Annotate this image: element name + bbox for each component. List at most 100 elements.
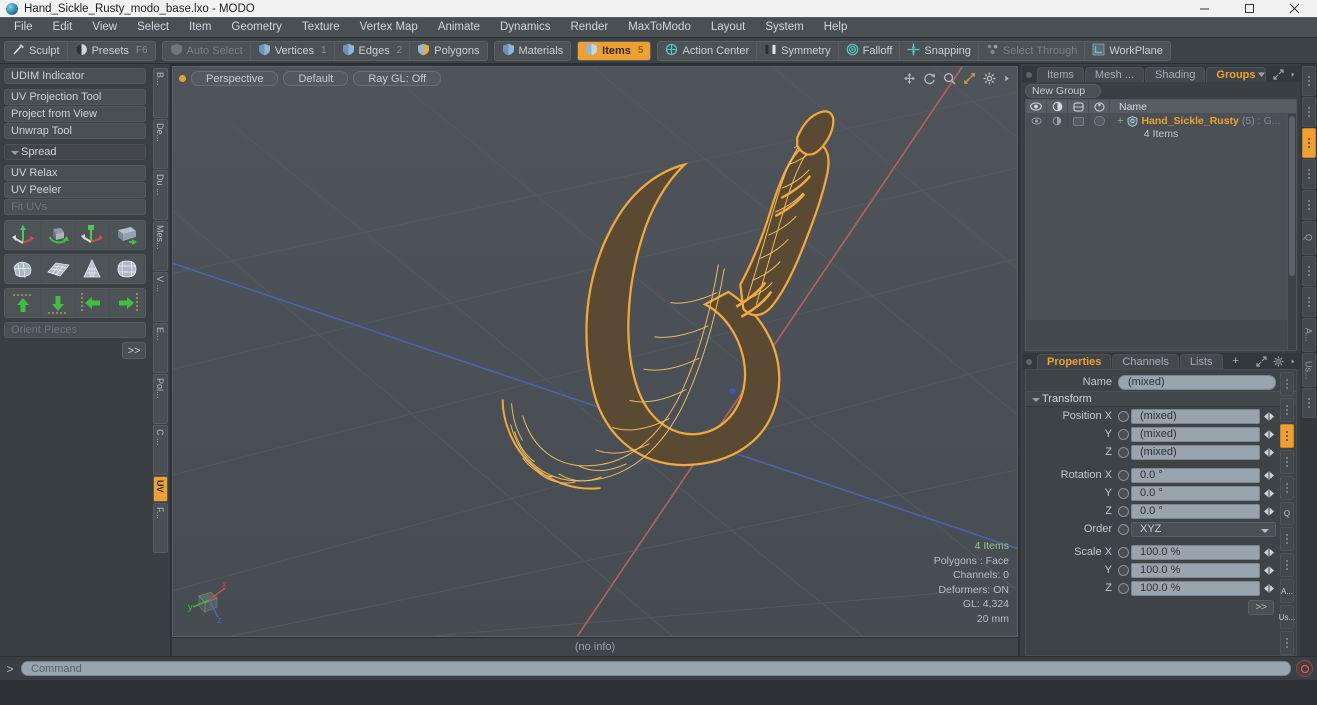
- property-key-toggle[interactable]: [1118, 505, 1129, 517]
- menu-item-file[interactable]: File: [4, 17, 43, 38]
- property-side-tab-4[interactable]: [1280, 475, 1294, 500]
- property-value-field[interactable]: 100.0 %: [1131, 580, 1260, 596]
- property-key-toggle[interactable]: [1118, 469, 1129, 481]
- 3d-viewport[interactable]: Perspective Default Ray GL: Off 4 Items …: [172, 66, 1018, 637]
- toolbar-button-snapping[interactable]: Snapping: [900, 41, 979, 60]
- rotate-cube-icon[interactable]: [40, 222, 75, 248]
- fit-icon[interactable]: [963, 72, 976, 85]
- scrollbar-thumb[interactable]: [1289, 116, 1295, 276]
- move-axis-icon[interactable]: [6, 222, 40, 248]
- property-value-field[interactable]: (mixed): [1131, 408, 1260, 424]
- tool-row-uv-relax[interactable]: UV Relax: [4, 165, 146, 181]
- viewport-shading-button[interactable]: Default: [283, 70, 349, 86]
- tool-row-uv-peeler[interactable]: UV Peeler: [4, 182, 146, 198]
- properties-more-button[interactable]: >>: [1248, 600, 1274, 615]
- tool-row-project-from-view[interactable]: Project from View: [4, 106, 146, 122]
- toolbar-button-symmetry[interactable]: Symmetry: [757, 41, 839, 60]
- menu-item-edit[interactable]: Edit: [43, 17, 83, 38]
- scale-axis-icon[interactable]: [75, 222, 110, 248]
- property-nudge-arrows[interactable]: [1262, 564, 1276, 577]
- eye-icon[interactable]: [1026, 100, 1047, 114]
- shaded-icon[interactable]: [1089, 100, 1110, 114]
- right-strip-tab-0[interactable]: [1301, 66, 1316, 96]
- chevron-right-icon[interactable]: [1003, 72, 1011, 85]
- right-strip-tab-10[interactable]: [1301, 388, 1316, 418]
- table-row[interactable]: + Hand_Sickle_Rusty (5) : G...: [1026, 114, 1296, 128]
- property-value-field[interactable]: 0.0 °: [1131, 503, 1260, 519]
- property-nudge-arrows[interactable]: [1262, 410, 1276, 423]
- toolbar-button-vertices[interactable]: Vertices 1: [251, 41, 335, 60]
- property-nudge-arrows[interactable]: [1262, 582, 1276, 595]
- menu-item-layout[interactable]: Layout: [701, 17, 756, 38]
- menu-item-maxtomodo[interactable]: MaxToModo: [618, 17, 701, 38]
- shrink-mesh-icon[interactable]: [6, 256, 40, 282]
- property-side-tab-10[interactable]: [1280, 631, 1294, 655]
- property-nudge-arrows[interactable]: [1262, 505, 1276, 518]
- property-value-field[interactable]: 0.0 °: [1131, 485, 1260, 501]
- property-value-field[interactable]: 100.0 %: [1131, 562, 1260, 578]
- toolbar-button-sculpt[interactable]: Sculpt: [5, 41, 68, 60]
- left-vtab-mes[interactable]: Mes...: [152, 221, 168, 271]
- menu-item-system[interactable]: System: [755, 17, 813, 38]
- menu-item-item[interactable]: Item: [179, 17, 221, 38]
- property-nudge-arrows[interactable]: [1262, 546, 1276, 559]
- property-nudge-arrows[interactable]: [1262, 446, 1276, 459]
- tool-row-unwrap-tool[interactable]: Unwrap Tool: [4, 123, 146, 139]
- left-vtab-v[interactable]: V ...: [152, 272, 168, 322]
- expand-toggle[interactable]: +: [1117, 115, 1123, 127]
- toolbar-button-edges[interactable]: Edges 2: [335, 41, 411, 60]
- list-item[interactable]: + Hand_Sickle_Rusty (5) : G...: [1110, 115, 1281, 127]
- sphere-grid-icon[interactable]: [110, 256, 144, 282]
- row-render-toggle[interactable]: [1047, 114, 1068, 128]
- expand-icon[interactable]: [1256, 356, 1267, 367]
- align-down-icon[interactable]: [40, 290, 75, 316]
- property-key-toggle[interactable]: [1118, 446, 1129, 458]
- property-key-toggle[interactable]: [1118, 410, 1129, 422]
- property-side-tab-7[interactable]: [1280, 553, 1294, 578]
- axis-gizmo[interactable]: x y z: [185, 576, 241, 626]
- align-up-icon[interactable]: [6, 290, 40, 316]
- toolbar-button-materials[interactable]: Materials: [495, 42, 571, 60]
- property-key-toggle[interactable]: [1118, 428, 1129, 440]
- right-strip-tab-8[interactable]: A...: [1301, 318, 1316, 352]
- property-side-tab-6[interactable]: [1280, 527, 1294, 552]
- property-side-tab-0[interactable]: [1280, 372, 1294, 396]
- menu-item-texture[interactable]: Texture: [292, 17, 350, 38]
- maximize-button[interactable]: [1227, 0, 1272, 17]
- toolbar-button-items[interactable]: Items 5: [578, 41, 651, 60]
- list-empty-area[interactable]: [1026, 140, 1296, 320]
- cone-grid-icon[interactable]: [75, 256, 110, 282]
- right-strip-tab-2[interactable]: [1301, 128, 1316, 158]
- property-value-field[interactable]: 0.0 °: [1131, 467, 1260, 483]
- right-strip-tab-4[interactable]: [1301, 190, 1316, 220]
- left-vtab-uv[interactable]: UV: [152, 476, 168, 502]
- right-strip-tab-1[interactable]: [1301, 97, 1316, 127]
- tool-row-uv-projection-tool[interactable]: UV Projection Tool: [4, 89, 146, 105]
- property-value-field[interactable]: 100.0 %: [1131, 544, 1260, 560]
- minimize-button[interactable]: [1182, 0, 1227, 17]
- row-wireframe-toggle[interactable]: [1068, 114, 1089, 128]
- left-vtab-e[interactable]: E...: [152, 323, 168, 373]
- menu-item-vertex-map[interactable]: Vertex Map: [350, 17, 428, 38]
- transform-box-icon[interactable]: [110, 222, 144, 248]
- name-field[interactable]: (mixed): [1118, 374, 1276, 390]
- toolbar-button-presets[interactable]: Presets F6: [68, 42, 155, 60]
- rotate-icon[interactable]: [923, 72, 936, 85]
- align-left-icon[interactable]: [75, 290, 110, 316]
- tab-shading[interactable]: Shading: [1145, 67, 1206, 82]
- spread-section-header[interactable]: Spread: [4, 144, 146, 160]
- toolbar-button-falloff[interactable]: Falloff: [839, 41, 901, 60]
- menu-item-geometry[interactable]: Geometry: [221, 17, 292, 38]
- tab-items[interactable]: Items: [1037, 67, 1084, 82]
- row-eye-toggle[interactable]: [1026, 114, 1047, 128]
- transform-section-header[interactable]: Transform: [1026, 391, 1296, 407]
- align-right-icon[interactable]: [110, 290, 144, 316]
- tab-add[interactable]: +: [1224, 354, 1248, 369]
- right-strip-tab-9[interactable]: Us...: [1301, 353, 1316, 387]
- tool-row-udim-indicator[interactable]: UDIM Indicator: [4, 68, 146, 84]
- property-value-field[interactable]: (mixed): [1131, 426, 1260, 442]
- toolbar-button-workplane[interactable]: WorkPlane: [1085, 42, 1170, 60]
- toolbar-button-action-center[interactable]: Action Center: [658, 41, 758, 60]
- orient-pieces-field[interactable]: Orient Pieces: [4, 322, 146, 338]
- tab-channels[interactable]: Channels: [1112, 354, 1179, 369]
